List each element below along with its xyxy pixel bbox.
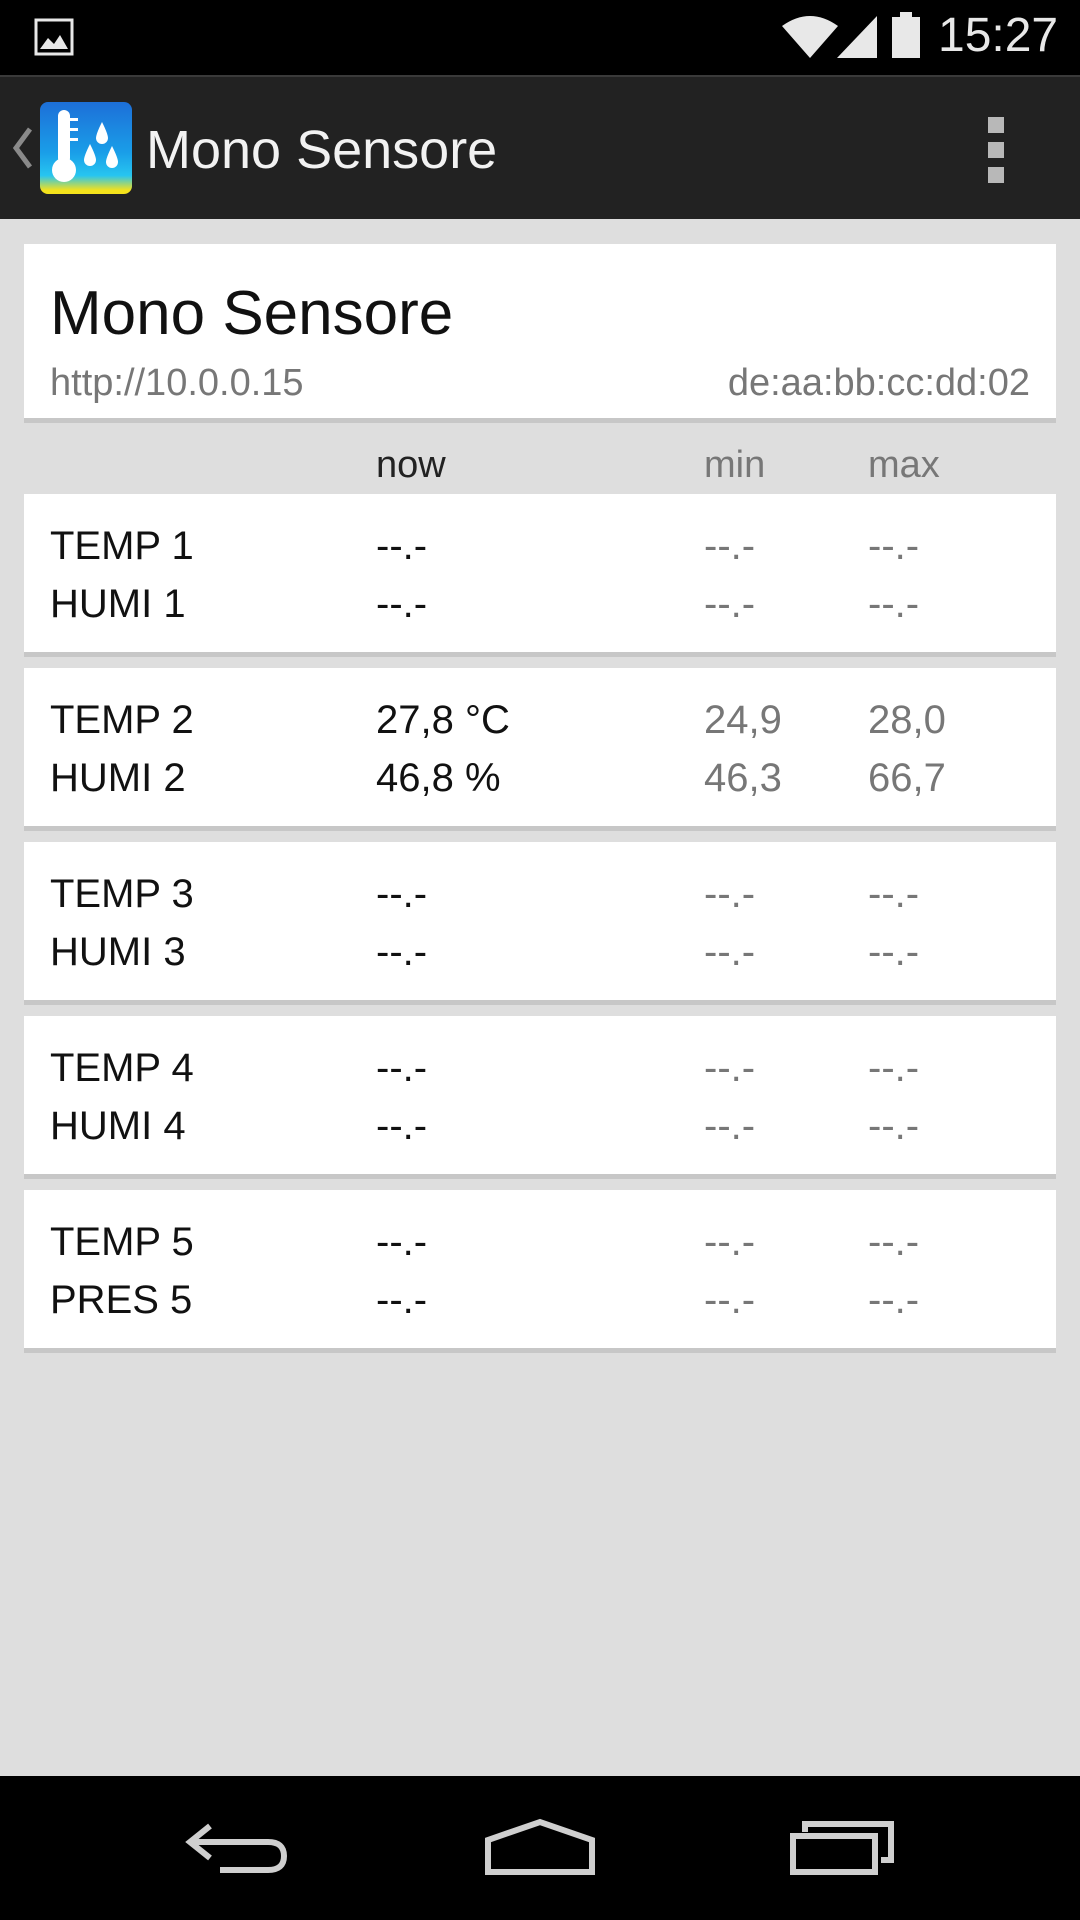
sensor-card-2[interactable]: TEMP 2 27,8 °C 24,9 28,0 HUMI 2 46,8 % 4… (24, 668, 1056, 826)
sensor-label: HUMI 1 (50, 582, 186, 626)
sensor-label: TEMP 4 (50, 1046, 194, 1090)
sensor-label: TEMP 3 (50, 872, 194, 916)
sensor-card-3[interactable]: TEMP 3 --.- --.- --.- HUMI 3 --.- --.- -… (24, 842, 1056, 1000)
overflow-menu-icon[interactable] (984, 117, 1008, 187)
sensor-row: HUMI 3 --.- --.- --.- (24, 930, 1056, 986)
sensor-min-value: --.- (704, 1278, 756, 1322)
sensor-min-value: 24,9 (704, 698, 782, 742)
column-headers: now min max (0, 440, 1080, 490)
sensor-max-value: 66,7 (868, 756, 946, 800)
sensor-max-value: 28,0 (868, 698, 946, 742)
sensor-label: HUMI 2 (50, 756, 186, 800)
sensor-min-value: --.- (704, 872, 756, 916)
gallery-icon (34, 18, 74, 56)
sensor-row: TEMP 2 27,8 °C 24,9 28,0 (24, 698, 1056, 754)
sensor-min-value: --.- (704, 1104, 756, 1148)
sensor-label: HUMI 4 (50, 1104, 186, 1148)
column-header-min: min (704, 444, 766, 486)
sensor-card-5[interactable]: TEMP 5 --.- --.- --.- PRES 5 --.- --.- -… (24, 1190, 1056, 1348)
sensor-max-value: --.- (868, 930, 920, 974)
action-bar-title: Mono Sensore (146, 120, 498, 180)
sensor-max-value: --.- (868, 524, 920, 568)
device-name: Mono Sensore (50, 279, 454, 348)
sensor-now-value: --.- (376, 582, 428, 626)
device-header-card: Mono Sensore http://10.0.0.15 de:aa:bb:c… (24, 244, 1056, 418)
sensor-row: PRES 5 --.- --.- --.- (24, 1278, 1056, 1334)
sensor-now-value: --.- (376, 930, 428, 974)
sensor-now-value: --.- (376, 1220, 428, 1264)
sensor-label: TEMP 5 (50, 1220, 194, 1264)
up-chevron-icon[interactable] (10, 125, 34, 171)
back-icon[interactable] (180, 1806, 300, 1886)
home-icon[interactable] (480, 1806, 600, 1886)
device-mac: de:aa:bb:cc:dd:02 (727, 362, 1030, 404)
status-clock: 15:27 (938, 9, 1059, 62)
sensor-row: TEMP 3 --.- --.- --.- (24, 872, 1056, 928)
sensor-min-value: --.- (704, 1220, 756, 1264)
sensor-row: HUMI 1 --.- --.- --.- (24, 582, 1056, 638)
sensor-now-value: --.- (376, 1046, 428, 1090)
sensor-row: TEMP 4 --.- --.- --.- (24, 1046, 1056, 1102)
sensor-now-value: --.- (376, 1104, 428, 1148)
app-thermometer-icon[interactable] (40, 102, 132, 194)
navigation-bar (0, 1776, 1080, 1920)
sensor-row: HUMI 4 --.- --.- --.- (24, 1104, 1056, 1160)
status-bar: 15:27 (0, 0, 1080, 75)
wifi-icon (782, 16, 838, 58)
sensor-now-value: --.- (376, 872, 428, 916)
sensor-label: TEMP 2 (50, 698, 194, 742)
sensor-label: HUMI 3 (50, 930, 186, 974)
sensor-label: TEMP 1 (50, 524, 194, 568)
sensor-max-value: --.- (868, 582, 920, 626)
sensor-max-value: --.- (868, 872, 920, 916)
column-header-max: max (868, 444, 940, 486)
sensor-now-value: --.- (376, 1278, 428, 1322)
sensor-now-value: 27,8 °C (376, 698, 510, 742)
sensor-card-4[interactable]: TEMP 4 --.- --.- --.- HUMI 4 --.- --.- -… (24, 1016, 1056, 1174)
device-url: http://10.0.0.15 (50, 362, 304, 404)
sensor-min-value: 46,3 (704, 756, 782, 800)
sensor-min-value: --.- (704, 1046, 756, 1090)
signal-icon (837, 16, 877, 58)
sensor-label: PRES 5 (50, 1278, 193, 1322)
sensor-max-value: --.- (868, 1104, 920, 1148)
sensor-min-value: --.- (704, 524, 756, 568)
sensor-row: TEMP 5 --.- --.- --.- (24, 1220, 1056, 1276)
sensor-max-value: --.- (868, 1278, 920, 1322)
sensor-now-value: 46,8 % (376, 756, 501, 800)
column-header-now: now (376, 444, 446, 486)
sensor-min-value: --.- (704, 582, 756, 626)
sensor-row: HUMI 2 46,8 % 46,3 66,7 (24, 756, 1056, 812)
sensor-min-value: --.- (704, 930, 756, 974)
recents-icon[interactable] (783, 1806, 903, 1886)
sensor-max-value: --.- (868, 1046, 920, 1090)
sensor-card-1[interactable]: TEMP 1 --.- --.- --.- HUMI 1 --.- --.- -… (24, 494, 1056, 652)
sensor-max-value: --.- (868, 1220, 920, 1264)
sensor-row: TEMP 1 --.- --.- --.- (24, 524, 1056, 580)
battery-icon (892, 12, 920, 58)
action-bar: Mono Sensore (0, 75, 1080, 219)
sensor-now-value: --.- (376, 524, 428, 568)
